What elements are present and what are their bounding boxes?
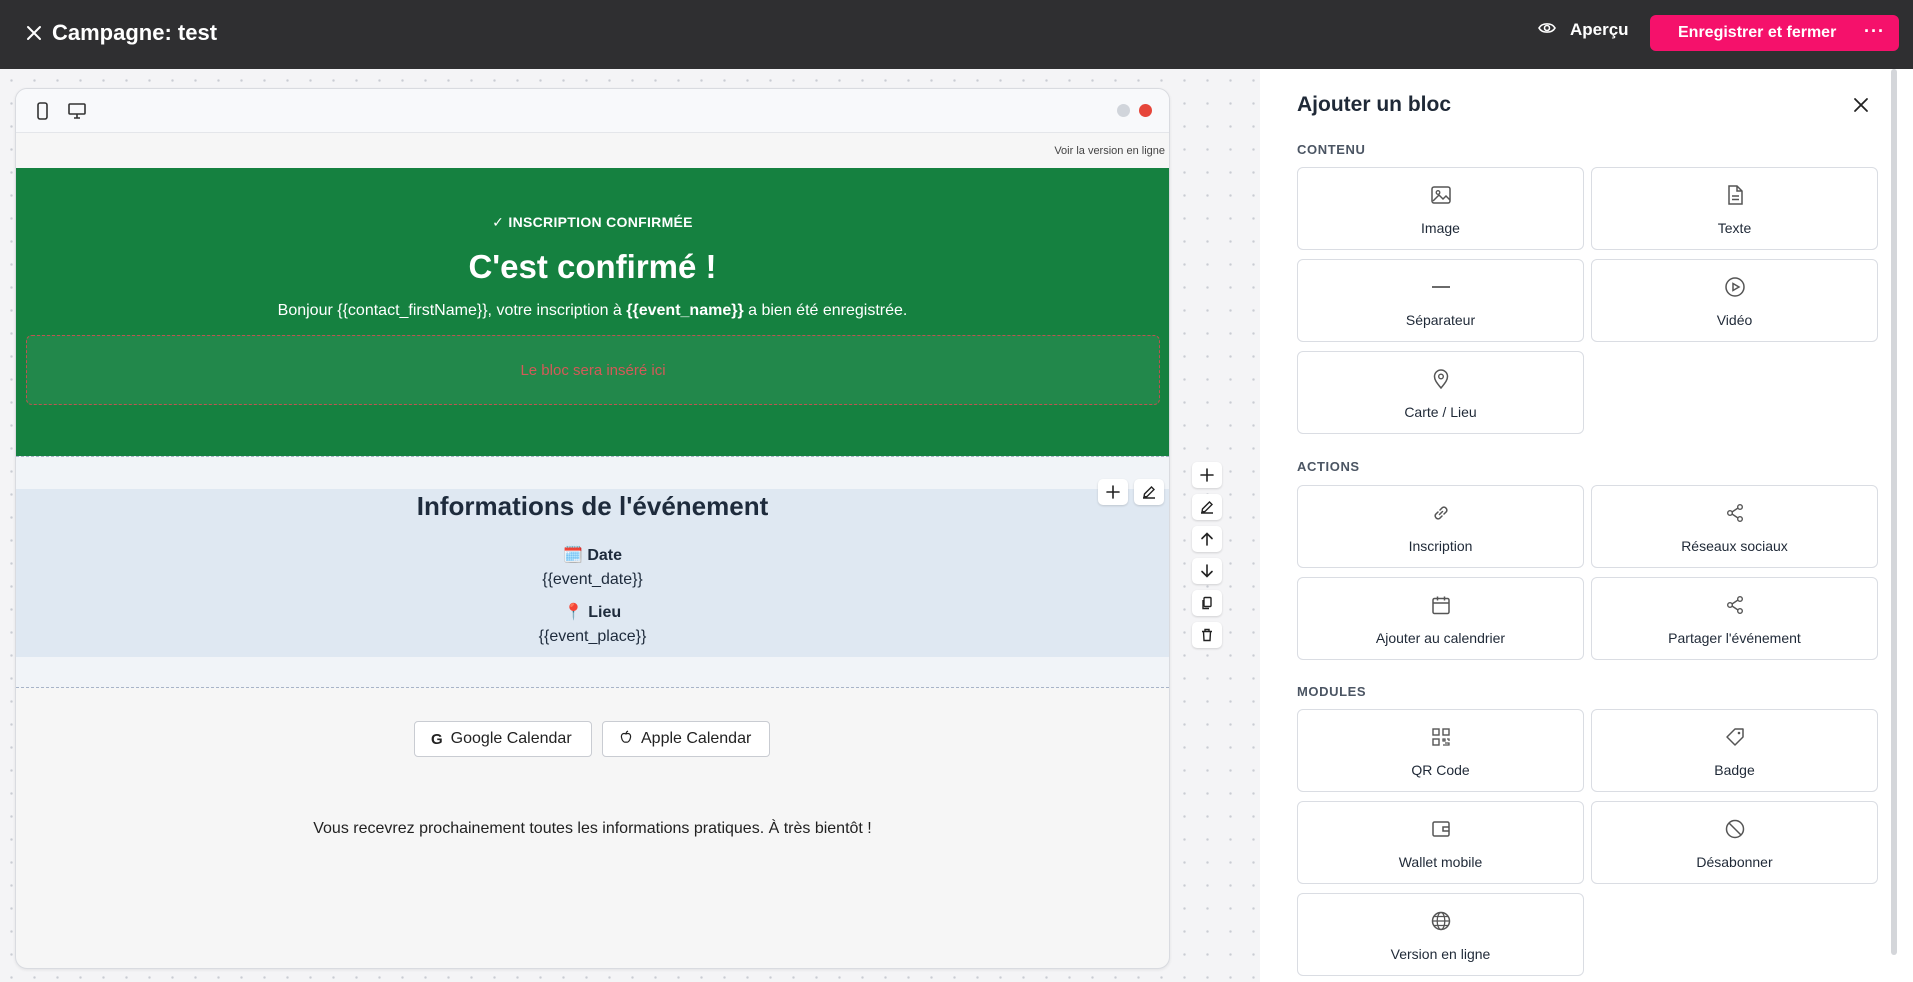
block-label: Inscription [1408, 538, 1473, 554]
event-info-block[interactable]: Informations de l'événement 🗓️ Date {{ev… [16, 489, 1169, 657]
ban-icon [1592, 818, 1877, 840]
event-place-label: 📍 Lieu [563, 604, 622, 621]
globe-icon [1298, 910, 1583, 932]
block-text[interactable]: Texte [1591, 167, 1878, 250]
block-map[interactable]: Carte / Lieu [1297, 351, 1584, 434]
hero-section[interactable]: ✓ INSCRIPTION CONFIRMÉE C'est confirmé !… [16, 168, 1169, 456]
panel-scrollbar[interactable] [1891, 69, 1897, 955]
online-version-link[interactable]: Voir la version en ligne [1054, 145, 1165, 157]
email-footer-text: Vous recevrez prochainement toutes les i… [313, 820, 872, 837]
eye-icon [1538, 20, 1556, 40]
event-info-section[interactable]: Informations de l'événement 🗓️ Date {{ev… [16, 456, 1169, 688]
image-icon [1298, 184, 1583, 206]
frame-toolbar [16, 89, 1169, 133]
separator-icon [1298, 276, 1583, 298]
block-share-event[interactable]: Partager l'événement [1591, 577, 1878, 660]
wallet-icon [1298, 818, 1583, 840]
block-add-calendar[interactable]: Ajouter au calendrier [1297, 577, 1584, 660]
block-side-toolbar [1192, 462, 1222, 648]
google-calendar-button[interactable]: G Google Calendar [414, 721, 592, 757]
event-place-value: {{event_place}} [538, 628, 647, 645]
delete-icon[interactable] [1192, 622, 1222, 648]
block-label: Badge [1714, 762, 1755, 778]
mobile-device-icon[interactable] [32, 101, 52, 121]
save-and-close-button[interactable]: Enregistrer et fermer ··· [1650, 15, 1899, 51]
block-separator[interactable]: Séparateur [1297, 259, 1584, 342]
block-qr-code[interactable]: QR Code [1297, 709, 1584, 792]
block-registration[interactable]: Inscription [1297, 485, 1584, 568]
google-icon: G [431, 730, 443, 748]
block-label: QR Code [1411, 762, 1470, 778]
block-label: Image [1421, 220, 1460, 236]
window-dot-red [1139, 104, 1152, 117]
add-icon[interactable] [1192, 462, 1222, 488]
section-actions-label: ACTIONS [1297, 459, 1360, 474]
move-up-icon[interactable] [1192, 526, 1222, 552]
email-preview-frame: Voir la version en ligne ✓ INSCRIPTION C… [15, 88, 1170, 969]
move-down-icon[interactable] [1192, 558, 1222, 584]
apple-calendar-label: Apple Calendar [641, 730, 752, 747]
block-online-version[interactable]: Version en ligne [1297, 893, 1584, 976]
google-calendar-label: Google Calendar [450, 730, 572, 747]
hero-greeting: Bonjour {{contact_firstName}}, votre ins… [277, 302, 908, 319]
block-label: Réseaux sociaux [1681, 538, 1788, 554]
event-info-title: Informations de l'événement [416, 491, 769, 521]
block-unsubscribe[interactable]: Désabonner [1591, 801, 1878, 884]
preview-label: Aperçu [1570, 20, 1629, 39]
section-modules-label: MODULES [1297, 684, 1367, 699]
qr-code-icon [1298, 726, 1583, 748]
apple-calendar-button[interactable]: Apple Calendar [602, 721, 770, 757]
panel-title: Ajouter un bloc [1297, 93, 1451, 116]
top-bar: Campagne: test Aperçu Enregistrer et fer… [0, 0, 1913, 69]
block-label: Désabonner [1696, 854, 1773, 870]
close-panel-icon[interactable] [1850, 94, 1872, 116]
block-label: Séparateur [1405, 312, 1476, 328]
block-label: Texte [1717, 220, 1752, 236]
block-social[interactable]: Réseaux sociaux [1591, 485, 1878, 568]
apple-icon [619, 730, 633, 748]
add-block-icon[interactable] [1098, 479, 1128, 505]
window-dot-grey [1117, 104, 1130, 117]
share-nodes-icon [1592, 502, 1877, 524]
block-image[interactable]: Image [1297, 167, 1584, 250]
block-label: Wallet mobile [1398, 854, 1483, 870]
edit-pencil-icon[interactable] [1134, 479, 1164, 505]
block-video[interactable]: Vidéo [1591, 259, 1878, 342]
page-title: Campagne: test [52, 20, 218, 45]
text-document-icon [1592, 184, 1877, 206]
block-wallet[interactable]: Wallet mobile [1297, 801, 1584, 884]
hero-headline: C'est confirmé ! [468, 248, 717, 285]
close-icon[interactable] [22, 21, 46, 45]
block-drop-zone[interactable]: Le bloc sera inséré ici [26, 335, 1160, 405]
link-icon [1298, 502, 1583, 524]
block-inline-toolbar [1098, 479, 1164, 505]
save-label: Enregistrer et fermer [1678, 24, 1837, 41]
block-label: Carte / Lieu [1404, 404, 1477, 420]
more-options-icon[interactable]: ··· [1864, 21, 1885, 42]
add-block-panel: Ajouter un bloc CONTENU Image Texte Sépa… [1260, 69, 1913, 982]
map-pin-icon [1298, 368, 1583, 390]
calendar-icon [1298, 594, 1583, 616]
event-date-label: 🗓️ Date [562, 547, 623, 564]
block-label: Vidéo [1716, 312, 1753, 328]
block-label: Ajouter au calendrier [1375, 630, 1506, 646]
share-icon [1592, 594, 1877, 616]
play-icon [1592, 276, 1877, 298]
duplicate-icon[interactable] [1192, 590, 1222, 616]
block-label: Partager l'événement [1668, 630, 1801, 646]
event-date-value: {{event_date}} [542, 571, 643, 588]
block-badge[interactable]: Badge [1591, 709, 1878, 792]
tag-icon [1592, 726, 1877, 748]
edit-icon[interactable] [1192, 494, 1222, 520]
desktop-device-icon[interactable] [66, 101, 88, 121]
section-content-label: CONTENU [1297, 142, 1366, 157]
block-label: Version en ligne [1390, 946, 1491, 962]
hero-kicker: ✓ INSCRIPTION CONFIRMÉE [492, 214, 693, 230]
preview-button[interactable]: Aperçu [1538, 20, 1629, 40]
